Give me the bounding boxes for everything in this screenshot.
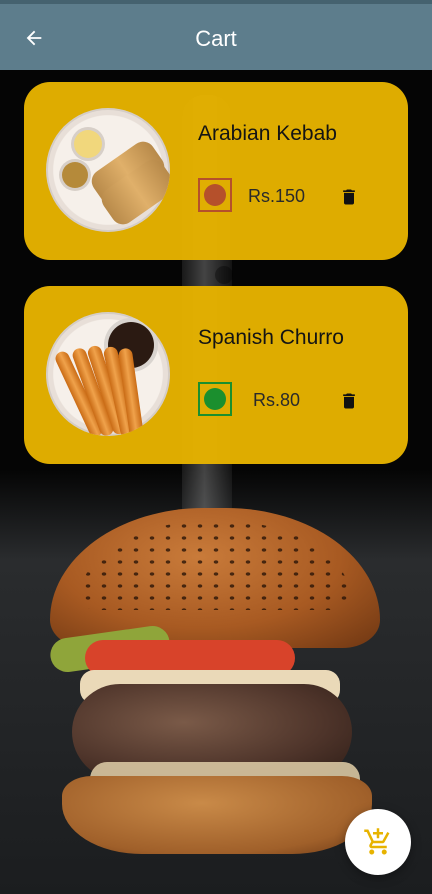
sauce-bowl-decoration bbox=[62, 162, 88, 188]
color-dot bbox=[204, 388, 226, 410]
add-to-cart-icon bbox=[364, 828, 390, 855]
cart-item-card: Spanish Churro Rs.80 bbox=[24, 286, 408, 464]
add-to-cart-button[interactable] bbox=[345, 809, 411, 875]
trash-icon bbox=[343, 393, 355, 409]
item-image bbox=[46, 312, 170, 436]
item-image bbox=[46, 108, 170, 232]
item-price: Rs.80 bbox=[253, 390, 301, 410]
burger-bottom-bun bbox=[62, 776, 372, 854]
item-price: Rs.150 bbox=[248, 186, 306, 206]
sauce-bowl-decoration bbox=[74, 130, 102, 158]
delete-button[interactable] bbox=[337, 183, 361, 211]
item-name: Spanish Churro bbox=[198, 326, 344, 349]
trash-icon bbox=[343, 189, 355, 205]
item-name: Arabian Kebab bbox=[198, 122, 337, 145]
page-title: Cart bbox=[195, 26, 237, 51]
color-indicator bbox=[198, 382, 232, 416]
app-header: Cart bbox=[0, 0, 432, 70]
color-indicator bbox=[198, 178, 232, 212]
skewer-hole-decoration bbox=[215, 266, 233, 284]
delete-button[interactable] bbox=[337, 387, 361, 415]
color-dot bbox=[204, 184, 226, 206]
cart-item-card: Arabian Kebab Rs.150 bbox=[24, 82, 408, 260]
